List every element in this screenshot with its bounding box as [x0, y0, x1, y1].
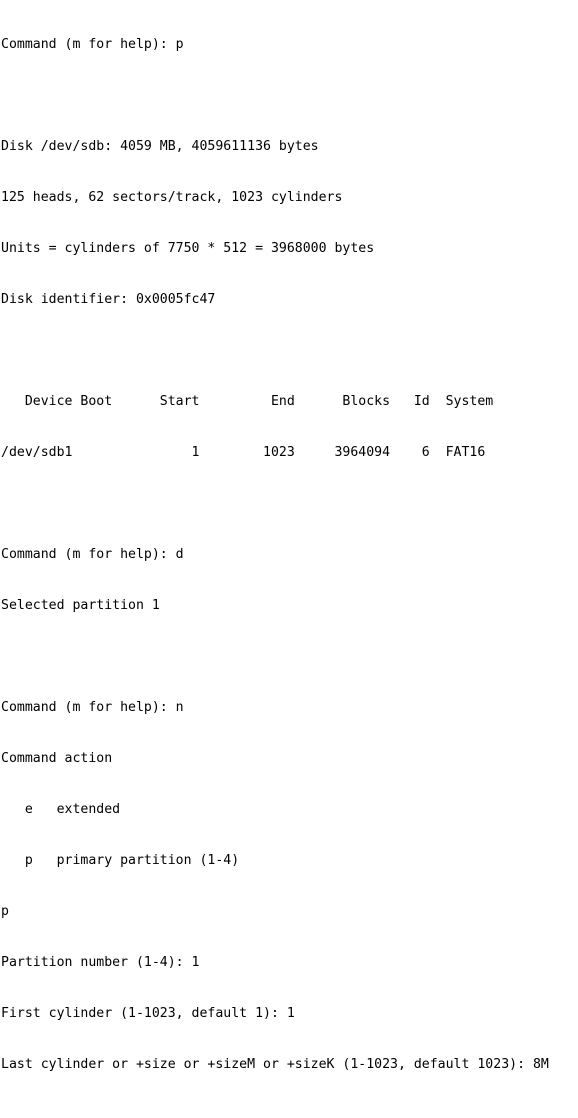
- terminal-line: Last cylinder or +size or +sizeM or +siz…: [1, 1057, 549, 1072]
- terminal-line: Command action: [1, 751, 113, 766]
- terminal-line: p primary partition (1-4): [1, 853, 240, 868]
- terminal-line: Disk identifier: 0x0005fc47: [1, 292, 216, 307]
- terminal-line: First cylinder (1-1023, default 1): 1: [1, 1006, 295, 1021]
- terminal-line: Partition number (1-4): 1: [1, 955, 200, 970]
- terminal-screen[interactable]: Command (m for help): p Disk /dev/sdb: 4…: [0, 0, 578, 1072]
- terminal-line: Command (m for help): d: [1, 547, 184, 562]
- terminal-line: Command (m for help): n: [1, 700, 184, 715]
- terminal-line: p: [1, 904, 9, 919]
- terminal-line: 125 heads, 62 sectors/track, 1023 cylind…: [1, 190, 343, 205]
- terminal-line: Disk /dev/sdb: 4059 MB, 4059611136 bytes: [1, 139, 319, 154]
- terminal-line: Units = cylinders of 7750 * 512 = 396800…: [1, 241, 375, 256]
- partition-table-header: Device Boot Start End Blocks Id System: [1, 394, 494, 409]
- terminal-line: e extended: [1, 802, 121, 817]
- table-row: /dev/sdb1 1 1023 3964094 6 FAT16: [1, 445, 486, 460]
- terminal-line: Command (m for help): p: [1, 37, 184, 52]
- terminal-line: Selected partition 1: [1, 598, 160, 613]
